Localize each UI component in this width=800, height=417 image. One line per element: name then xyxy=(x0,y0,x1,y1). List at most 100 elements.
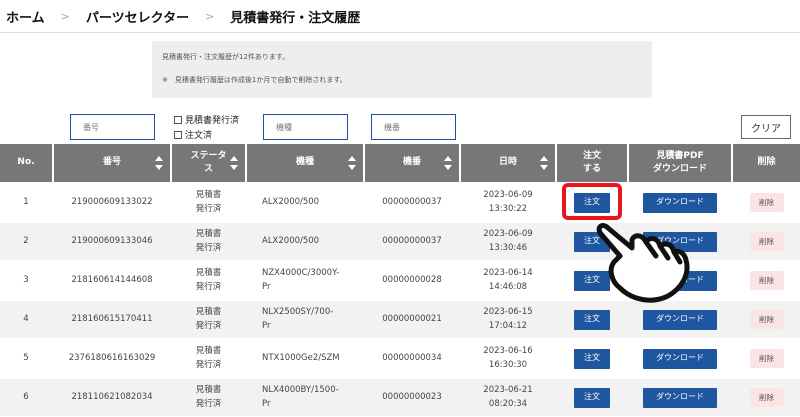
cell-datetime: 2023-06-21 08:20:34 xyxy=(483,384,533,409)
quote-issued-checkbox[interactable]: 見積書発行済 xyxy=(174,113,239,126)
sort-icon[interactable] xyxy=(348,156,356,170)
pdf-download-button[interactable]: ダウンロード xyxy=(643,309,717,330)
number-filter-input[interactable] xyxy=(70,114,155,140)
cell-model: ALX2000/500 xyxy=(262,235,320,246)
cell-number: 218160614144608 xyxy=(71,274,153,285)
cell-no: 1 xyxy=(23,196,29,207)
column-header-pdf-label: 見積書PDF ダウンロード xyxy=(652,150,707,174)
delete-button[interactable]: 削除 xyxy=(749,271,784,290)
cell-model: NTX1000Ge2/SZM xyxy=(262,352,340,363)
cell-machine: 00000000037 xyxy=(382,235,442,246)
checkbox-icon[interactable] xyxy=(174,115,182,124)
cell-machine: 00000000023 xyxy=(382,391,442,402)
cell-no: 5 xyxy=(23,352,29,363)
cell-number: 219000609133046 xyxy=(71,235,153,246)
ordered-checkbox-label: 注文済 xyxy=(185,131,213,141)
cell-status: 見積書 発行済 xyxy=(195,345,222,370)
delete-button[interactable]: 削除 xyxy=(749,232,784,251)
column-header-datetime[interactable]: 日時 xyxy=(461,144,555,182)
cell-pdf: ダウンロード xyxy=(629,340,731,377)
breadcrumb-home[interactable]: ホーム xyxy=(6,7,45,26)
sort-icon[interactable] xyxy=(230,156,238,170)
breadcrumb-separator: > xyxy=(205,9,215,23)
quote-issued-checkbox-label: 見積書発行済 xyxy=(185,116,240,126)
order-button[interactable]: 注文 xyxy=(574,387,610,408)
cell-model: ALX2000/500 xyxy=(262,196,320,207)
order-button[interactable]: 注文 xyxy=(574,309,610,330)
breadcrumb-current: 見積書発行・注文履歴 xyxy=(230,10,361,26)
cell-pdf: ダウンロード xyxy=(629,379,731,416)
checkbox-icon[interactable] xyxy=(174,130,182,139)
cell-no: 2 xyxy=(23,235,29,246)
cell-order: 注文 xyxy=(557,340,627,377)
column-header-machine-label: 機番 xyxy=(402,157,421,168)
column-header-delete: 削除 xyxy=(733,144,800,182)
cell-number: 218110621082034 xyxy=(71,391,153,402)
cell-status: 見積書 発行済 xyxy=(195,384,222,409)
cell-number: 218160615170411 xyxy=(71,313,153,324)
column-header-machine[interactable]: 機番 xyxy=(365,144,459,182)
column-header-datetime-label: 日時 xyxy=(498,157,517,168)
table-row: 5 2376180616163029 見積書 発行済 NTX1000Ge2/SZM 000… xyxy=(0,340,800,377)
column-header-order: 注文 する xyxy=(557,144,627,182)
sort-icon[interactable] xyxy=(540,156,548,170)
delete-button[interactable]: 削除 xyxy=(749,310,784,329)
machine-filter-input[interactable] xyxy=(371,114,456,140)
info-note-text: ※ 見積書発行履歴は作成後1か月で自動で削除されます。 xyxy=(162,76,347,84)
column-header-model[interactable]: 機種 xyxy=(247,144,363,182)
cell-machine: 00000000037 xyxy=(382,196,442,207)
cell-delete: 削除 xyxy=(733,379,800,416)
breadcrumb-separator: > xyxy=(60,9,70,23)
cell-delete: 削除 xyxy=(733,262,800,299)
ordered-checkbox[interactable]: 注文済 xyxy=(174,128,212,141)
column-header-number-label: 番号 xyxy=(102,157,121,168)
cell-machine: 00000000021 xyxy=(382,313,442,324)
cell-datetime: 2023-06-16 16:30:30 xyxy=(483,345,533,370)
delete-button[interactable]: 削除 xyxy=(749,388,784,407)
cell-datetime: 2023-06-14 14:46:08 xyxy=(483,267,533,292)
delete-button[interactable]: 削除 xyxy=(749,193,784,212)
column-header-model-label: 機種 xyxy=(295,157,314,168)
cell-order: 注文 xyxy=(557,379,627,416)
column-header-status-label: ステータス xyxy=(190,150,227,174)
cell-machine: 00000000028 xyxy=(382,274,442,285)
cell-model: NLX2500SY/700- Pr xyxy=(262,306,334,331)
breadcrumb: ホーム > パーツセレクター > 見積書発行・注文履歴 xyxy=(0,0,800,32)
cell-no: 4 xyxy=(23,313,29,324)
cell-number: 2376180616163029 xyxy=(68,352,156,363)
clear-button[interactable]: クリア xyxy=(741,115,791,139)
cell-delete: 削除 xyxy=(733,301,800,338)
column-header-no-label: No. xyxy=(17,157,35,168)
pdf-download-button[interactable]: ダウンロード xyxy=(643,192,717,213)
table-row: 6 218110621082034 見積書 発行済 NLX4000BY/1500- Pr 0… xyxy=(0,379,800,416)
cell-datetime: 2023-06-09 13:30:22 xyxy=(483,189,533,214)
divider xyxy=(0,32,800,33)
pdf-download-button[interactable]: ダウンロード xyxy=(643,387,717,408)
column-header-pdf: 見積書PDF ダウンロード xyxy=(629,144,731,182)
info-box: 見積書発行・注文履歴が12件あります。 ※ 見積書発行履歴は作成後1か月で自動で… xyxy=(152,41,652,98)
sort-icon[interactable] xyxy=(444,156,452,170)
model-filter-input[interactable] xyxy=(263,114,348,140)
cell-datetime: 2023-06-09 13:30:46 xyxy=(483,228,533,253)
order-button[interactable]: 注文 xyxy=(574,348,610,369)
cell-status: 見積書 発行済 xyxy=(195,267,222,292)
column-header-delete-label: 削除 xyxy=(757,157,776,168)
cell-datetime: 2023-06-15 17:04:12 xyxy=(483,306,533,331)
cell-status: 見積書 発行済 xyxy=(195,306,222,331)
cell-delete: 削除 xyxy=(733,223,800,260)
pointing-hand-icon xyxy=(596,223,690,303)
column-header-status[interactable]: ステータス xyxy=(172,144,245,182)
cell-number: 219000609133022 xyxy=(71,196,153,207)
column-header-no: No. xyxy=(0,144,52,182)
cell-machine: 00000000034 xyxy=(382,352,442,363)
breadcrumb-parts-selector[interactable]: パーツセレクター xyxy=(86,7,189,26)
delete-button[interactable]: 削除 xyxy=(749,349,784,368)
cell-status: 見積書 発行済 xyxy=(195,228,222,253)
column-header-number[interactable]: 番号 xyxy=(54,144,170,182)
cell-no: 6 xyxy=(23,391,29,402)
pdf-download-button[interactable]: ダウンロード xyxy=(643,348,717,369)
cell-status: 見積書 発行済 xyxy=(195,189,222,214)
sort-icon[interactable] xyxy=(155,156,163,170)
cell-model: NLX4000BY/1500- Pr xyxy=(262,384,339,409)
column-header-order-label: 注文 する xyxy=(582,150,601,174)
